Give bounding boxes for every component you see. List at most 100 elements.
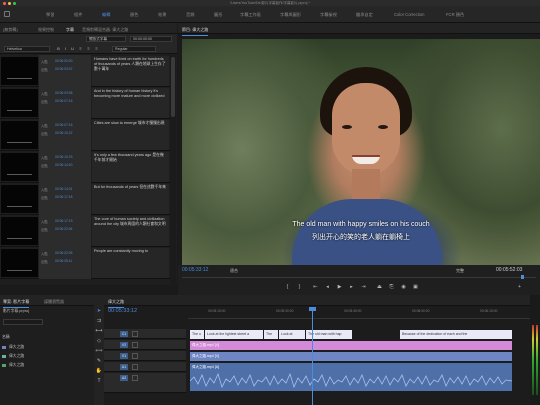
workspace-tab[interactable]: 組件	[74, 12, 82, 18]
track-header-a1[interactable]: A1	[104, 362, 186, 372]
tab-captions[interactable]: 字幕	[66, 27, 74, 36]
caption-row[interactable]: 入點 00:00:17:19 出點 00:00:22:04 The core o…	[0, 215, 170, 247]
caption-out-time[interactable]: 00:00:03:07	[55, 67, 72, 71]
mark-out-icon[interactable]: }	[296, 284, 303, 291]
caption-out-time[interactable]: 00:00:22:04	[55, 227, 72, 231]
tab-program[interactable]: 節目: 偉大之路	[182, 27, 209, 36]
mute-icon[interactable]	[132, 364, 138, 370]
workspace-tab[interactable]: 學習	[46, 12, 54, 18]
workspace-tab[interactable]: 繼承自定	[356, 12, 373, 18]
caption-out-time[interactable]: 00:00:25:11	[55, 259, 72, 263]
track-header-v2[interactable]: V2	[104, 340, 186, 350]
settings-icon[interactable]: +	[516, 284, 523, 291]
project-column-header[interactable]: 名稱	[2, 335, 10, 343]
eye-icon[interactable]	[132, 353, 138, 359]
program-timecode[interactable]: 00:05:33:12	[182, 267, 208, 273]
caption-clip[interactable]: Look at	[279, 330, 305, 339]
caption-row[interactable]: 入點 00:00:14:01 出點 00:00:17:18 But for th…	[0, 183, 170, 215]
type-tool-icon[interactable]: T	[95, 377, 103, 385]
caption-in-time[interactable]: 00:00:00:00	[55, 59, 72, 63]
workspace-tab[interactable]: 顏色	[130, 12, 138, 18]
font-select[interactable]: Helvetica	[4, 46, 50, 52]
workspace-tab[interactable]: FCR 顏色	[446, 12, 464, 18]
tab-project[interactable]: 專案: 影片字幕	[3, 299, 30, 308]
caption-out-time[interactable]: 00:00:07:15	[55, 99, 72, 103]
workspace-tab[interactable]: 字幕與圖形	[280, 12, 301, 18]
workspace-tab[interactable]: 字幕工作區	[240, 12, 261, 18]
italic-icon[interactable]: I	[63, 46, 68, 52]
track-header-a2[interactable]: A2	[104, 373, 186, 393]
timeline-playhead[interactable]	[312, 309, 313, 405]
step-forward-icon[interactable]: ▸	[348, 284, 355, 291]
workspace-tab-active[interactable]: 編輯	[102, 12, 110, 18]
caption-text[interactable]: The core of human society and civilizati…	[92, 216, 169, 246]
caption-row[interactable]: 入點 00:00:03:08 出點 00:00:07:15 And in the…	[0, 87, 170, 119]
time-ruler[interactable]: 00:05:15:00 00:05:30:00 00:05:45:00 00:0…	[188, 309, 534, 319]
project-item[interactable]: 偉大之路	[2, 354, 24, 362]
razor-tool-icon[interactable]: ◇	[95, 337, 103, 345]
slip-tool-icon[interactable]: ⟺	[95, 347, 103, 355]
caption-row[interactable]: 入點 00:00:00:00 出點 00:00:03:07 Humans hav…	[0, 55, 170, 87]
caption-in-time[interactable]: 00:00:10:23	[55, 155, 72, 159]
caption-out-time[interactable]: 00:00:17:18	[55, 195, 72, 199]
workspace-tab[interactable]: 效果	[158, 12, 166, 18]
caption-list-scrollbar[interactable]	[170, 55, 176, 285]
go-to-in-icon[interactable]: ⇤	[312, 284, 319, 291]
caption-row[interactable]: 入點 00:00:10:23 出點 00:00:14:00 It's only …	[0, 151, 170, 183]
mark-in-icon[interactable]: {	[284, 284, 291, 291]
mute-icon[interactable]	[132, 375, 138, 381]
timeline-timecode[interactable]: 00:05:33:12	[108, 308, 137, 314]
align-right-icon[interactable]: ≡	[94, 46, 99, 52]
caption-in-time[interactable]: 00:00:14:01	[55, 187, 72, 191]
caption-in-time[interactable]: 00:00:17:19	[55, 219, 72, 223]
font-style-select[interactable]: Regular	[112, 46, 156, 52]
tab-effect-controls[interactable]: 效果控制	[38, 27, 54, 33]
project-item[interactable]: 偉大之路	[2, 363, 24, 371]
selection-tool-icon[interactable]: ➤	[95, 307, 103, 315]
video-clip-v1[interactable]: 偉大之路.mp4 [V]	[190, 352, 512, 361]
home-icon[interactable]	[4, 11, 10, 17]
workspace-tab[interactable]: 音頻	[186, 12, 194, 18]
quality-select[interactable]: 完整	[456, 268, 464, 274]
step-back-icon[interactable]: ◂	[324, 284, 331, 291]
project-search-input[interactable]	[3, 319, 43, 325]
caption-timecode-field[interactable]: 00:00:00:00	[130, 36, 172, 42]
hand-tool-icon[interactable]: ✋	[95, 367, 103, 375]
lock-icon[interactable]	[132, 331, 138, 337]
align-left-icon[interactable]: ≡	[78, 46, 83, 52]
caption-clip[interactable]: The	[264, 330, 278, 339]
video-clip-v2[interactable]: 偉大之路.mp4 [V]	[190, 341, 512, 350]
workspace-tab[interactable]: 字幕檢視	[320, 12, 337, 18]
caption-in-time[interactable]: 00:00:22:05	[55, 251, 72, 255]
align-center-icon[interactable]: ≡	[86, 46, 91, 52]
underline-icon[interactable]: U	[70, 46, 75, 52]
caption-clip[interactable]: Because of the dedication of each and th…	[400, 330, 512, 339]
tab-media-browser[interactable]: 媒體瀏覽器	[44, 299, 64, 305]
caption-text[interactable]: But for thousands of years 但在這數千年來	[92, 184, 169, 214]
workspace-tab[interactable]: 圖形	[214, 12, 222, 18]
caption-out-time[interactable]: 00:00:10:22	[55, 131, 72, 135]
audio-clip[interactable]: 偉大之路.mp4 [A]	[190, 363, 512, 391]
tab-source[interactable]: (無剪輯)	[3, 27, 18, 33]
caption-text[interactable]: Humans have lived on earth for hundreds …	[92, 56, 169, 86]
track-header-v1[interactable]: V1	[104, 351, 186, 361]
caption-text[interactable]: And in the history of human history it's…	[92, 88, 169, 118]
scrubber-playhead[interactable]	[521, 275, 524, 279]
fit-select[interactable]: 適合	[230, 268, 238, 274]
caption-row[interactable]: 入點 00:00:07:16 出點 00:00:10:22 Cities are…	[0, 119, 170, 151]
caption-row[interactable]: 入點 00:00:22:05 出點 00:00:25:11 People are…	[0, 247, 170, 279]
ripple-edit-tool-icon[interactable]: ⟷	[95, 327, 103, 335]
go-to-out-icon[interactable]: ⇥	[360, 284, 367, 291]
pen-tool-icon[interactable]: ✎	[95, 357, 103, 365]
caption-clip[interactable]: Look at the lightest street a	[205, 330, 263, 339]
caption-text[interactable]: People are constantly moving to	[92, 248, 169, 278]
tab-sequence[interactable]: 偉大之路	[108, 299, 124, 308]
bold-icon[interactable]: B	[56, 46, 61, 52]
lift-icon[interactable]: ⏏	[376, 284, 383, 291]
caption-in-time[interactable]: 00:00:07:16	[55, 123, 72, 127]
track-select-tool-icon[interactable]: ⇉	[95, 317, 103, 325]
tab-audio-mixer[interactable]: 音頻剪輯混合器: 偉大之路	[82, 27, 128, 33]
caption-in-time[interactable]: 00:00:03:08	[55, 91, 72, 95]
caption-text[interactable]: Cities are slow to emerge 城市才慢慢出現	[92, 120, 169, 150]
playback-scrubber[interactable]	[182, 277, 536, 278]
